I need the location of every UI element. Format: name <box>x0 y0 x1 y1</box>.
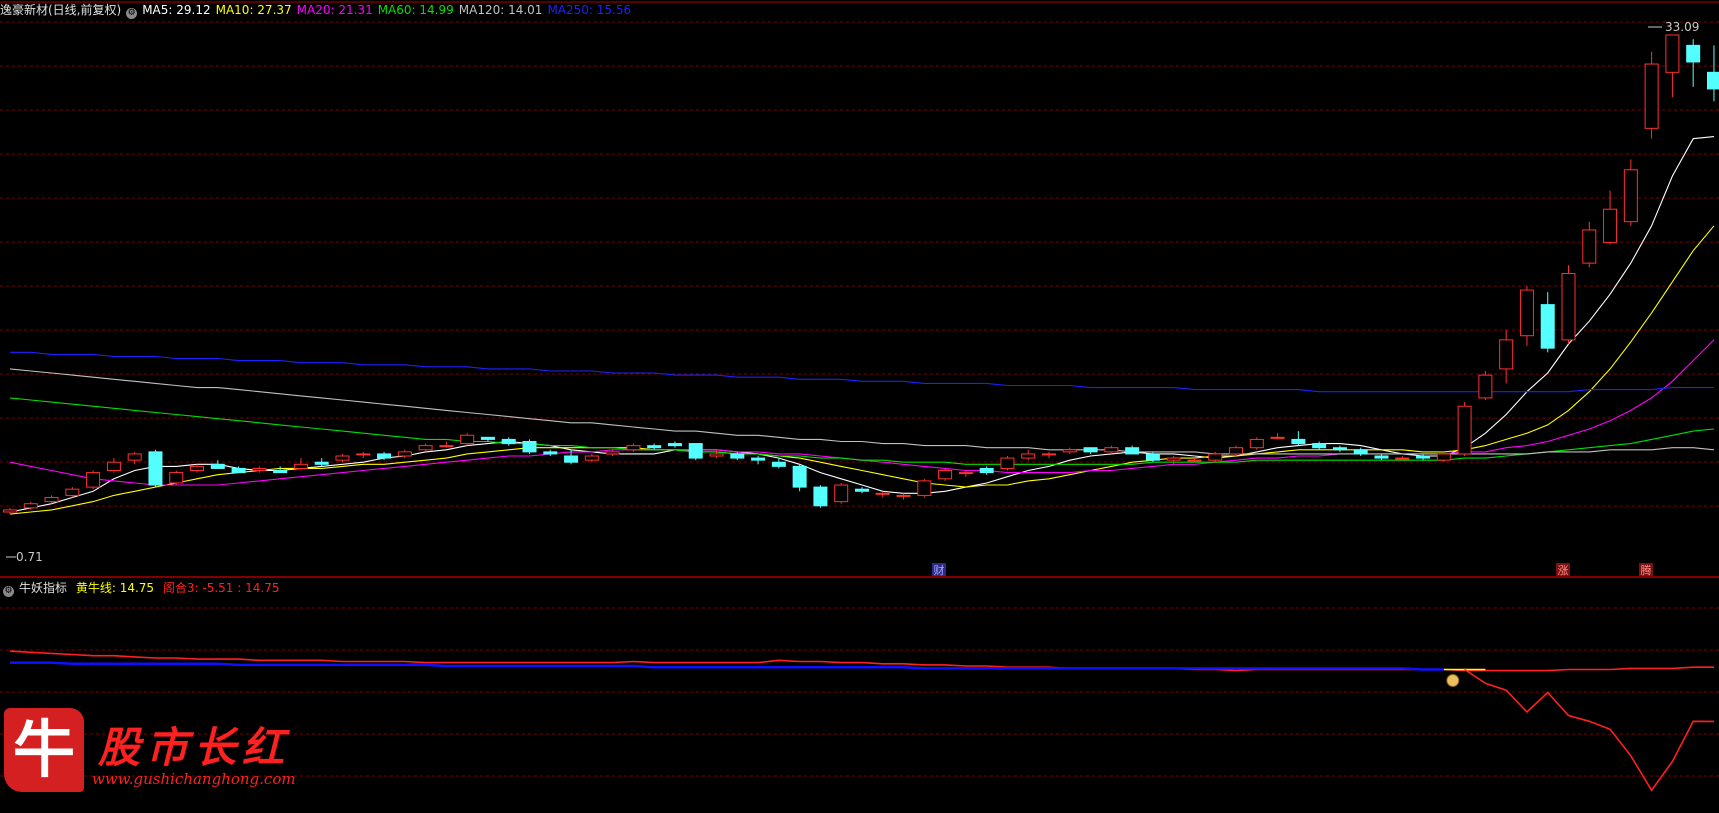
candle-body <box>1416 455 1431 459</box>
candle-body <box>169 472 184 484</box>
candle-body <box>875 492 890 495</box>
candle-body <box>647 445 662 449</box>
candle-body <box>252 467 267 472</box>
candle-body <box>1499 339 1514 370</box>
low-label: 0.71 <box>16 550 43 564</box>
logo-title: 股市长红 <box>98 723 291 772</box>
candle-body <box>418 445 433 451</box>
candle-body <box>938 470 953 480</box>
candle-body <box>751 457 766 461</box>
event-label-zhang: 涨 <box>1558 564 1569 577</box>
candle-body <box>1540 304 1555 349</box>
candle-body <box>3 509 17 513</box>
candle-body <box>127 453 142 461</box>
candle-body <box>667 443 682 447</box>
candle-body <box>543 451 558 455</box>
candle-body <box>65 488 80 496</box>
candle-body <box>1042 453 1056 456</box>
ma-line-ma250 <box>10 351 1714 393</box>
event-label-fin: 财 <box>934 563 945 577</box>
candle-body <box>1582 229 1597 264</box>
candle-body <box>917 480 932 496</box>
candle-body <box>397 451 412 457</box>
candle-body <box>273 470 288 474</box>
candle-body <box>356 453 371 456</box>
candle-body <box>377 453 392 459</box>
candle-body <box>1000 457 1015 469</box>
candle-body <box>584 455 599 461</box>
candle-body <box>605 451 620 455</box>
candle-body <box>1270 436 1285 439</box>
candle-body <box>210 463 225 469</box>
candle-body <box>190 465 205 472</box>
candle-body <box>688 443 703 459</box>
indicator-line-signal <box>1464 668 1715 792</box>
candle-body <box>293 463 308 469</box>
candle-body <box>896 494 911 497</box>
candle-body <box>1603 208 1618 243</box>
candle-body <box>1623 169 1638 223</box>
high-label: 33.09 <box>1665 20 1699 34</box>
candle-body <box>1021 453 1036 459</box>
candle-body <box>771 461 786 467</box>
candle-body <box>1686 44 1701 63</box>
candle-body <box>1395 457 1410 460</box>
candle-body <box>1208 453 1223 461</box>
candle-body <box>1104 447 1119 453</box>
money-bag-icon <box>1446 674 1460 687</box>
candle-body <box>1457 405 1472 455</box>
candle-body <box>792 465 807 488</box>
candle-body <box>1332 447 1347 451</box>
ma-line-ma5 <box>9 136 1715 513</box>
indicator-line-blue <box>10 661 1444 671</box>
candle-body <box>439 445 454 448</box>
logo-mark: 牛 <box>4 708 84 792</box>
candle-body <box>1374 455 1389 459</box>
candle-body <box>522 440 537 453</box>
candle-body <box>231 467 246 474</box>
candle-body <box>44 496 59 503</box>
candle-body <box>1312 443 1327 449</box>
candle-body <box>1706 71 1719 90</box>
candle-body <box>501 438 516 445</box>
candle-body <box>979 467 994 474</box>
candle-body <box>1478 374 1493 399</box>
candle-body <box>1353 449 1368 455</box>
candle-body <box>730 453 745 459</box>
candle-body <box>314 461 329 465</box>
candle-body <box>1083 447 1098 453</box>
candle-body <box>1187 459 1202 462</box>
candle-body <box>1062 449 1077 453</box>
kline-chart: 33.09 0.71 财 涨 腾 <box>0 1 1719 792</box>
candle-body <box>335 455 350 461</box>
candle-body <box>1125 447 1140 455</box>
candle-body <box>106 461 121 472</box>
candle-body <box>86 472 101 488</box>
candle-body <box>626 445 641 451</box>
candle-body <box>834 484 849 503</box>
candle-body <box>1561 273 1576 341</box>
candle-body <box>23 503 38 509</box>
candle-body <box>564 455 579 463</box>
candle-body <box>1249 438 1264 449</box>
candle-body <box>1519 289 1534 337</box>
candle-body <box>1145 453 1160 461</box>
candle-body <box>148 451 163 486</box>
chart-stage: 逸豪新材(日线,前复权) ⚙ MA5: 29.12 MA10: 27.37 MA20: … <box>0 0 1719 813</box>
candle-body <box>854 488 869 492</box>
candle-body <box>1665 34 1680 73</box>
logo: 牛 股市长红 www.gushichanghong.com <box>4 708 304 798</box>
candle-body <box>460 434 475 445</box>
candle-body <box>1644 63 1659 129</box>
event-label-teng: 腾 <box>1641 563 1652 577</box>
logo-url: www.gushichanghong.com <box>92 770 296 788</box>
candle-body <box>1229 447 1244 455</box>
candle-body <box>1166 457 1181 461</box>
candle-body <box>813 486 828 507</box>
candle-body <box>480 436 495 440</box>
candle-body <box>709 453 724 457</box>
candle-body <box>1291 438 1306 445</box>
candle-body <box>958 472 973 475</box>
candle-body <box>1436 453 1451 461</box>
